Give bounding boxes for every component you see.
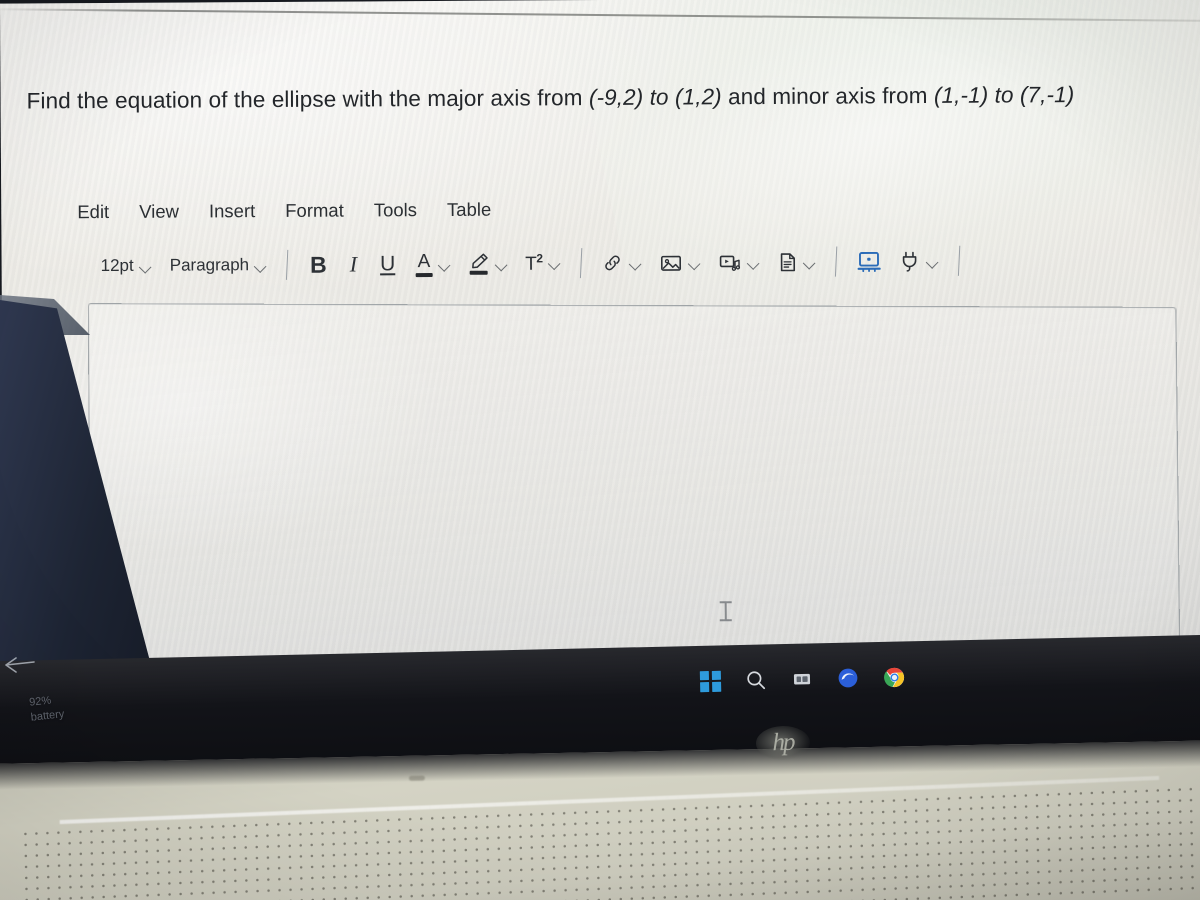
highlight-color-swatch: [469, 270, 488, 275]
superscript-icon: T2: [525, 251, 542, 275]
chevron-down-icon[interactable]: [927, 257, 938, 264]
start-tile: [711, 682, 722, 692]
toolbar-separator: [834, 246, 838, 277]
menu-view-label: View: [139, 200, 180, 222]
font-color-button[interactable]: A: [406, 249, 459, 278]
chevron-down-icon[interactable]: [689, 259, 700, 266]
edge-icon[interactable]: [837, 667, 859, 689]
highlight-button[interactable]: [459, 251, 516, 277]
menu-tools-label: Tools: [373, 199, 418, 221]
laptop-deck: [0, 739, 1200, 900]
italic-label: I: [349, 251, 358, 277]
windows-taskbar: [699, 666, 905, 692]
highlighter-icon: [468, 253, 489, 275]
block-format-value: Paragraph: [169, 255, 250, 275]
question-coordinates-minor: (1,-1) to (7,-1): [933, 82, 1075, 108]
laptop-photo: Find the equation of the ellipse with th…: [0, 0, 1200, 900]
image-button[interactable]: [650, 251, 709, 274]
underline-label: U: [379, 252, 396, 276]
document-icon: [777, 251, 797, 272]
question-coordinates-major: (-9,2) to (1,2): [588, 84, 722, 111]
toolbar-separator: [957, 245, 961, 276]
media-icon: [718, 253, 741, 272]
font-size-value: 12pt: [100, 255, 134, 276]
media-button[interactable]: [709, 250, 768, 273]
start-tile: [700, 682, 710, 692]
menu-insert-label: Insert: [208, 200, 256, 222]
start-icon[interactable]: [699, 670, 722, 692]
superscript-letter: T: [525, 253, 537, 275]
menu-edit-label: Edit: [77, 201, 110, 223]
chevron-down-icon[interactable]: [549, 260, 560, 267]
toolbar-separator: [579, 248, 583, 279]
screen-record-button[interactable]: [847, 248, 890, 274]
menu-bar: Edit View Insert Format Tools Table: [73, 197, 495, 226]
chevron-down-icon[interactable]: [630, 259, 641, 266]
deck-notch: [408, 775, 425, 781]
chevron-down-icon[interactable]: [439, 260, 450, 267]
image-icon: [659, 253, 682, 272]
question-prompt: Find the equation of the ellipse with th…: [27, 80, 1192, 115]
screen-record-icon: [856, 250, 881, 273]
plugin-icon: [899, 250, 920, 272]
mouse-arrow-cursor: [2, 652, 36, 683]
text-ibeam-cursor: [720, 601, 732, 623]
question-prefix: Find the equation of the ellipse with th…: [26, 85, 590, 114]
menu-insert[interactable]: Insert: [205, 198, 259, 224]
menu-format[interactable]: Format: [281, 198, 348, 224]
start-tile: [711, 670, 721, 680]
editor-content-area[interactable]: [87, 303, 1181, 675]
question-middle: and minor axis from: [721, 82, 934, 110]
chevron-down-icon[interactable]: [748, 259, 759, 266]
chevron-down-icon[interactable]: [804, 258, 815, 265]
font-color-letter: A: [417, 250, 430, 272]
underline-button[interactable]: U: [369, 252, 406, 276]
menu-table-label: Table: [446, 198, 492, 220]
chevron-down-icon[interactable]: [496, 260, 507, 267]
menu-tools[interactable]: Tools: [370, 197, 421, 223]
chevron-down-icon: [141, 262, 152, 269]
bold-label: B: [310, 251, 327, 278]
chevron-down-icon: [256, 262, 267, 269]
toolbar-separator: [286, 249, 289, 280]
menu-table[interactable]: Table: [443, 197, 495, 223]
start-tile: [699, 670, 710, 680]
italic-button[interactable]: I: [338, 251, 369, 277]
hp-logo-text: hp: [772, 728, 794, 757]
menu-format-label: Format: [285, 199, 344, 221]
formatting-toolbar: 12pt Paragraph B I U A T2: [92, 245, 971, 281]
document-button[interactable]: [768, 249, 824, 274]
menu-view[interactable]: View: [135, 199, 183, 225]
font-size-dropdown[interactable]: 12pt: [92, 254, 161, 278]
font-color-icon: A: [415, 250, 433, 277]
font-color-swatch: [415, 272, 433, 277]
search-icon[interactable]: [745, 669, 767, 691]
block-format-dropdown[interactable]: Paragraph: [161, 253, 277, 278]
chrome-icon[interactable]: [883, 666, 905, 688]
bold-button[interactable]: B: [299, 251, 338, 278]
editor-app: Find the equation of the ellipse with th…: [0, 0, 1200, 694]
plugin-button[interactable]: [890, 248, 947, 274]
task-view-icon[interactable]: [791, 668, 813, 690]
superscript-exponent: 2: [536, 251, 543, 266]
desk-status-text: 92% battery: [29, 692, 66, 725]
superscript-button[interactable]: T2: [516, 249, 569, 278]
link-button[interactable]: [592, 252, 650, 274]
laptop-screen: Find the equation of the ellipse with th…: [0, 0, 1200, 694]
menu-edit[interactable]: Edit: [73, 199, 113, 225]
link-icon: [601, 254, 623, 272]
